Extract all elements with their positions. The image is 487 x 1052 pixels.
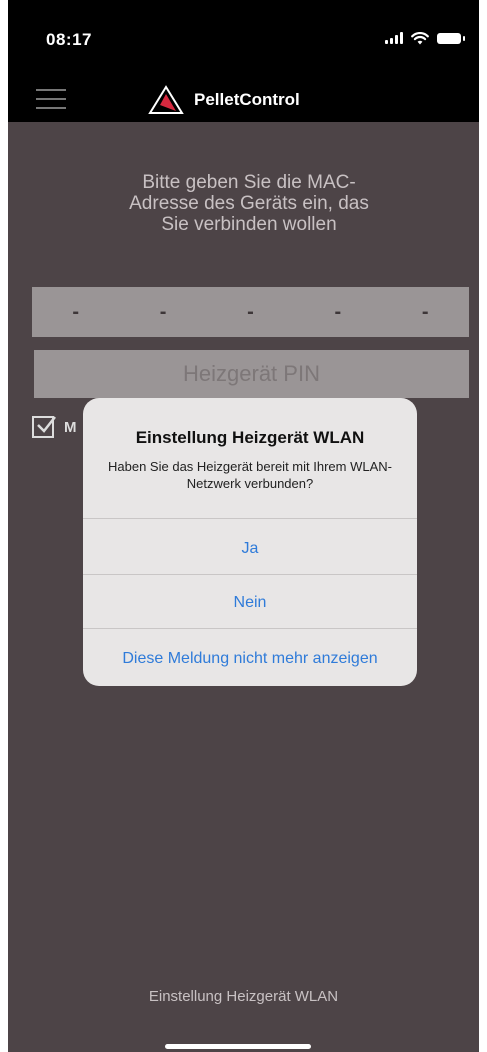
status-time: 08:17 (46, 30, 92, 49)
app-name: PelletControl (194, 90, 300, 109)
mac-address-input[interactable]: - - - - - (32, 287, 469, 337)
mac-segment: - (334, 300, 342, 323)
menu-icon[interactable] (36, 84, 66, 114)
nav-bar: PelletControl (8, 78, 479, 122)
wifi-icon (411, 31, 429, 44)
checkmark-icon (37, 416, 56, 433)
mac-segment: - (421, 300, 429, 323)
phone-screen: 08:17 PelletControl Bitte geben Sie die … (8, 0, 479, 1052)
alert-dialog: Einstellung Heizgerät WLAN Haben Sie das… (83, 398, 417, 686)
checkbox-label: M (64, 418, 77, 436)
mac-segment: - (247, 300, 254, 323)
footer-label[interactable]: Einstellung Heizgerät WLAN (8, 988, 479, 1005)
alert-title: Einstellung Heizgerät WLAN (135, 428, 365, 447)
alert-divider (83, 518, 417, 519)
alert-divider (83, 628, 417, 629)
battery-icon (437, 32, 465, 44)
mac-segment: - (72, 300, 80, 323)
alert-button-nein[interactable]: Nein (83, 594, 417, 612)
alert-divider (83, 574, 417, 575)
alert-message: Haben Sie das Heizgerät bereit mit Ihrem… (108, 459, 392, 491)
status-icons (385, 30, 465, 46)
pin-input[interactable]: Heizgerät PIN (34, 350, 469, 398)
alert-button-dont-show-again[interactable]: Diese Meldung nicht mehr anzeigen (83, 650, 417, 668)
checkbox-row[interactable]: M (32, 416, 77, 438)
status-bar: 08:17 (8, 0, 479, 78)
home-indicator[interactable] (165, 1044, 311, 1049)
pelletcontrol-logo-icon (148, 85, 184, 114)
mac-segment: - (159, 300, 167, 323)
signal-icon (385, 32, 403, 44)
brand: PelletControl (148, 82, 300, 118)
instruction-text: Bitte geben Sie die MAC-Adresse des Gerä… (129, 172, 369, 235)
alert-button-ja[interactable]: Ja (83, 540, 417, 558)
checkbox[interactable] (32, 416, 56, 438)
pin-placeholder: Heizgerät PIN (183, 361, 320, 386)
